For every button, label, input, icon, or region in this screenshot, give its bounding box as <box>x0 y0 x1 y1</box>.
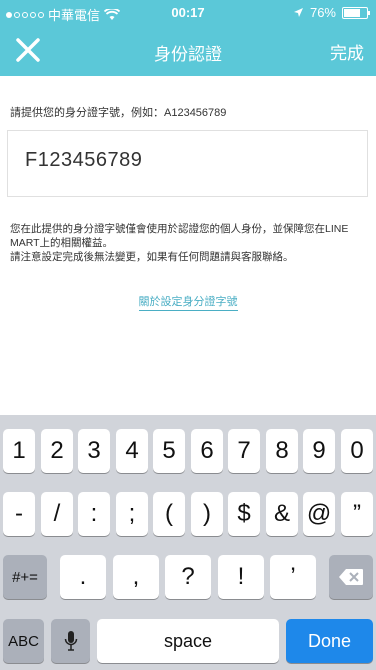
about-id-link-container: 關於設定身分證字號 <box>0 293 376 311</box>
key-comma[interactable]: , <box>113 555 159 599</box>
space-key[interactable]: space <box>97 619 279 663</box>
key-at[interactable]: @ <box>303 492 335 536</box>
key-dollar[interactable]: $ <box>228 492 260 536</box>
key-9[interactable]: 9 <box>303 429 335 473</box>
key-1[interactable]: 1 <box>3 429 35 473</box>
navigation-bar: 身份認證 完成 <box>0 24 376 76</box>
about-id-link[interactable]: 關於設定身分證字號 <box>138 296 238 311</box>
key-semicolon[interactable]: ; <box>116 492 148 536</box>
key-2[interactable]: 2 <box>41 429 73 473</box>
dictation-key[interactable] <box>51 619 90 663</box>
done-button[interactable]: 完成 <box>330 39 364 64</box>
page-title: 身份認證 <box>154 45 222 64</box>
battery-percentage: 76% <box>309 5 336 20</box>
status-bar: 中華電信 00:17 76% <box>0 0 376 24</box>
key-apostrophe[interactable]: ’ <box>270 555 316 599</box>
id-prompt-label: 請提供您的身分證字號，例如：A123456789 <box>10 107 227 119</box>
key-close-paren[interactable]: ) <box>191 492 223 536</box>
notes-line-1: 您在此提供的身分證字號僅會使用於認證您的個人身份，並保障您在LINE MART上… <box>10 223 349 249</box>
microphone-icon <box>64 631 77 651</box>
symbols-toggle-key[interactable]: #+= <box>3 555 47 599</box>
key-ampersand[interactable]: & <box>266 492 298 536</box>
key-7[interactable]: 7 <box>228 429 260 473</box>
key-quote[interactable]: ” <box>341 492 373 536</box>
key-minus[interactable]: - <box>3 492 35 536</box>
abc-key[interactable]: ABC <box>3 619 44 663</box>
key-3[interactable]: 3 <box>78 429 110 473</box>
key-question[interactable]: ? <box>165 555 211 599</box>
key-8[interactable]: 8 <box>266 429 298 473</box>
backspace-key[interactable] <box>329 555 373 599</box>
key-6[interactable]: 6 <box>191 429 223 473</box>
key-0[interactable]: 0 <box>341 429 373 473</box>
key-slash[interactable]: / <box>41 492 73 536</box>
battery-icon <box>342 6 370 19</box>
key-4[interactable]: 4 <box>116 429 148 473</box>
key-5[interactable]: 5 <box>153 429 185 473</box>
key-period[interactable]: . <box>60 555 106 599</box>
id-number-input[interactable]: F123456789 <box>7 130 368 197</box>
numeric-keyboard: 1 2 3 4 5 6 7 8 9 0 - / : ; ( ) $ & @ ” … <box>0 415 376 670</box>
backspace-icon <box>339 569 363 585</box>
keyboard-done-key[interactable]: Done <box>286 619 373 663</box>
key-open-paren[interactable]: ( <box>153 492 185 536</box>
key-colon[interactable]: : <box>78 492 110 536</box>
notes-text: 您在此提供的身分證字號僅會使用於認證您的個人身份，並保障您在LINE MART上… <box>10 222 366 264</box>
key-exclamation[interactable]: ! <box>218 555 264 599</box>
location-arrow-icon <box>293 8 303 17</box>
notes-line-2: 請注意設定完成後無法變更，如果有任何問題請與客服聯絡。 <box>10 251 294 263</box>
